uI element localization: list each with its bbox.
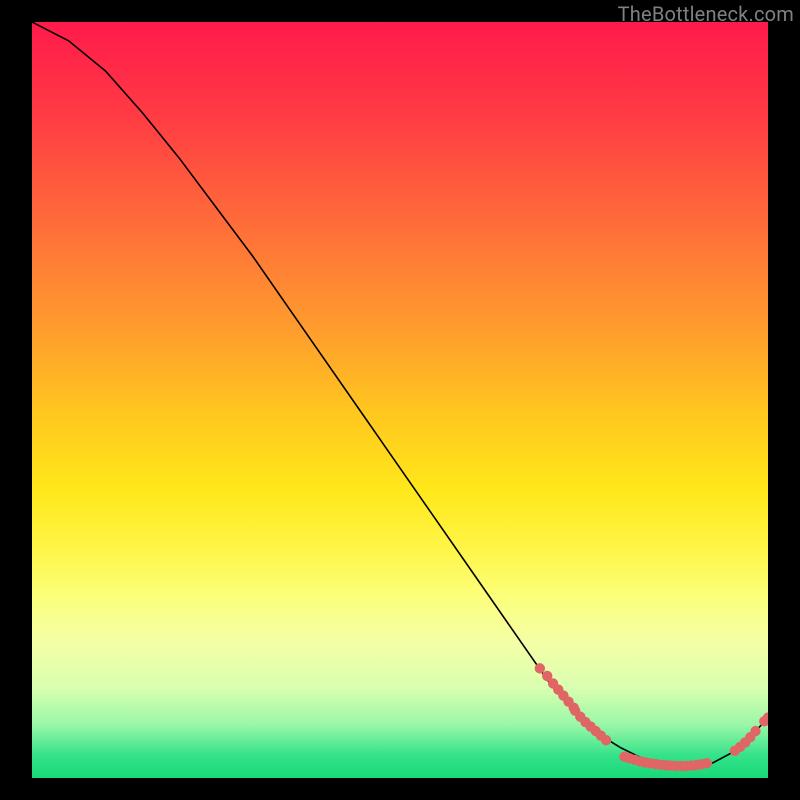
heat-gradient-background bbox=[32, 22, 768, 778]
plot-area bbox=[32, 22, 768, 778]
chart-frame: TheBottleneck.com bbox=[0, 0, 800, 800]
